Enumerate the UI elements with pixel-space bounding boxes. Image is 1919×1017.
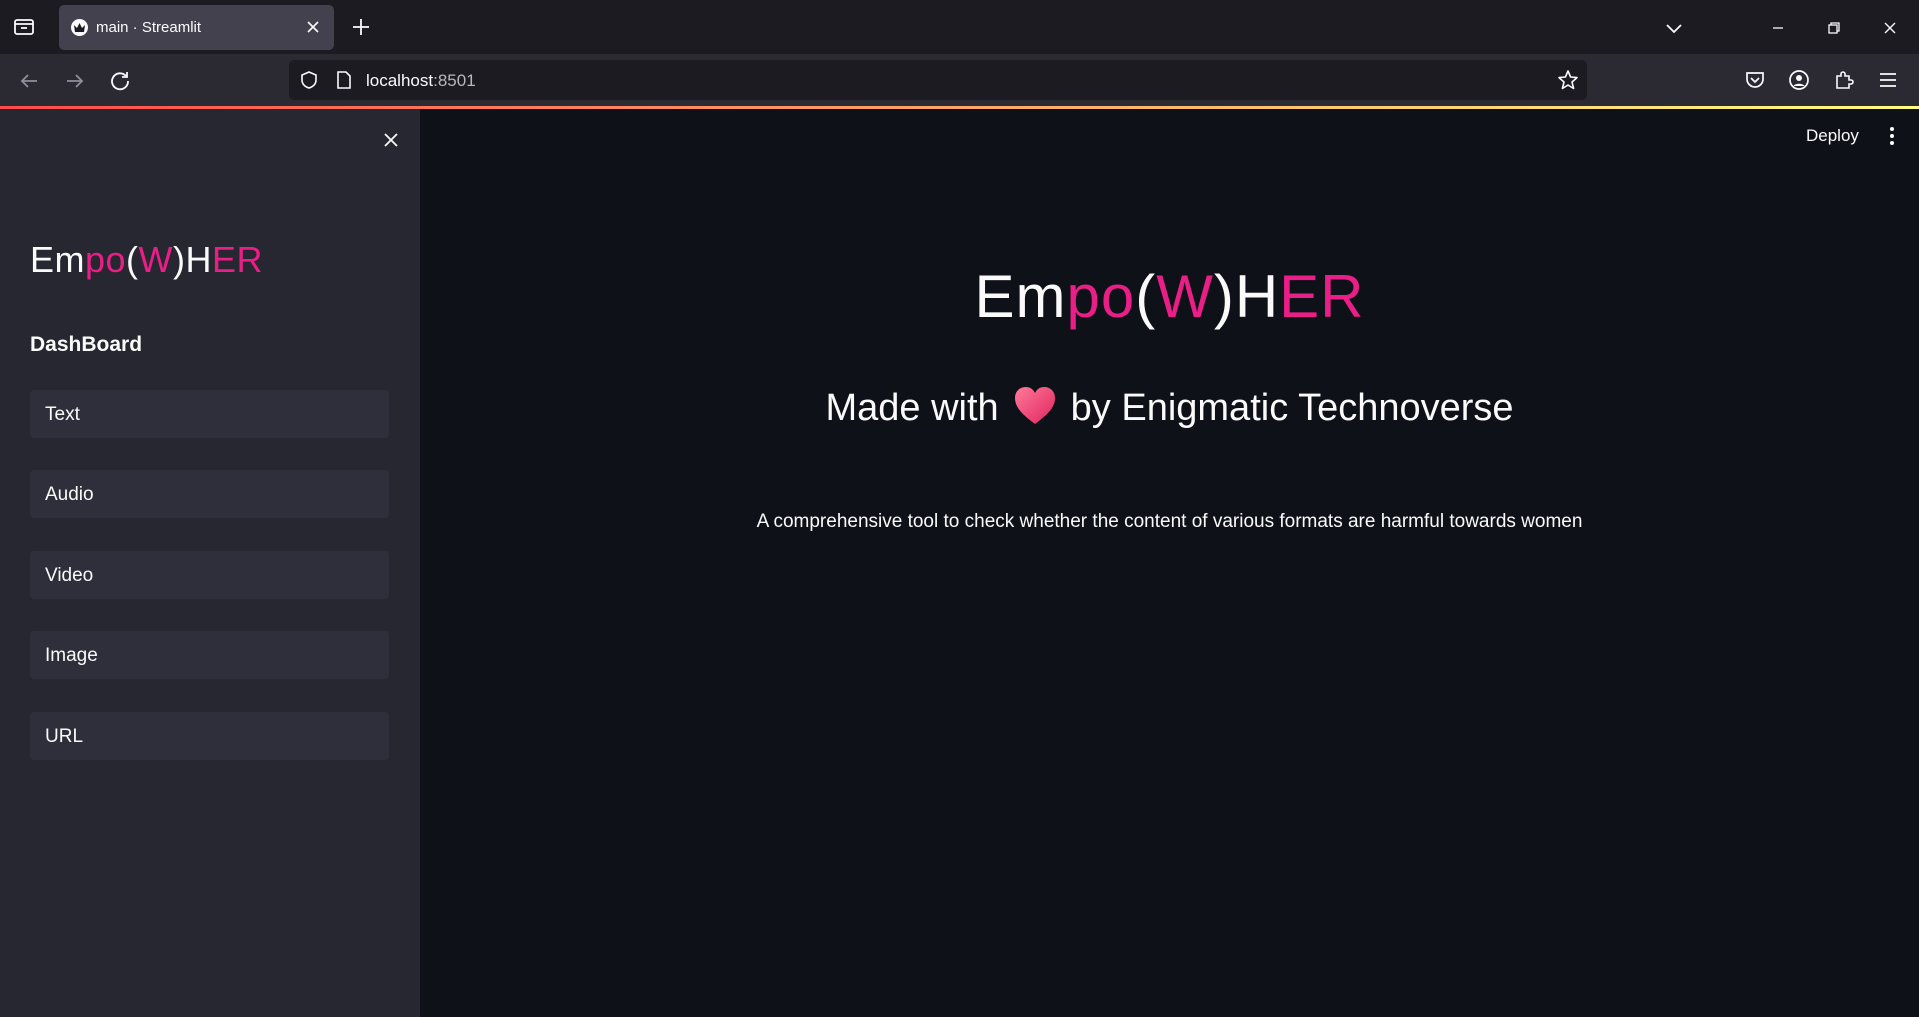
logo-part: ER (212, 239, 264, 280)
tagline: A comprehensive tool to check whether th… (756, 511, 1583, 532)
sidebar-heading: DashBoard (30, 333, 143, 356)
url-text: localhost:8501 (366, 71, 476, 91)
tab-overview-icon[interactable] (12, 16, 38, 38)
logo-part: ( (1135, 263, 1157, 330)
hamburger-menu-icon[interactable] (1876, 68, 1900, 92)
sidebar-item-text[interactable]: Text (30, 390, 389, 438)
sidebar-item-image[interactable]: Image (30, 631, 389, 679)
url-port: :8501 (433, 71, 476, 90)
main-content (420, 109, 1919, 1017)
logo-part: po (85, 239, 127, 280)
minimize-icon[interactable] (1766, 16, 1790, 40)
page-info-icon[interactable] (335, 70, 353, 90)
main-logo: Empo(W)HER (420, 262, 1919, 331)
logo-part: Em (974, 263, 1067, 330)
chevron-down-icon[interactable] (1662, 16, 1686, 40)
account-icon[interactable] (1787, 68, 1811, 92)
sidebar-logo: Empo(W)HER (30, 239, 263, 281)
pocket-icon[interactable] (1743, 68, 1767, 92)
new-tab-icon[interactable] (349, 15, 373, 39)
close-window-icon[interactable] (1878, 16, 1902, 40)
browser-tab[interactable]: main · Streamlit (59, 5, 334, 50)
browser-nav-bar: localhost:8501 (0, 54, 1919, 106)
heart-icon (1013, 386, 1057, 426)
close-sidebar-icon[interactable] (380, 129, 402, 151)
sidebar: Empo(W)HER DashBoard Text Audio Video Im… (0, 109, 420, 1017)
made-with-suffix: by Enigmatic Technoverse (1070, 387, 1514, 429)
sidebar-item-audio[interactable]: Audio (30, 470, 389, 518)
forward-arrow-icon[interactable] (62, 68, 88, 94)
bookmark-star-icon[interactable] (1557, 69, 1579, 91)
restore-icon[interactable] (1822, 16, 1846, 40)
streamlit-crown-icon (71, 19, 88, 36)
sidebar-item-url[interactable]: URL (30, 712, 389, 760)
made-with-prefix: Made with (825, 387, 999, 429)
logo-part: Em (30, 239, 85, 280)
close-tab-icon[interactable] (304, 18, 322, 36)
logo-part: W (1156, 263, 1214, 330)
extensions-puzzle-icon[interactable] (1832, 68, 1856, 92)
back-arrow-icon[interactable] (16, 68, 42, 94)
logo-part: po (1066, 263, 1136, 330)
made-with-heading: Made with by Enigmatic Technoverse (420, 386, 1919, 430)
shield-icon[interactable] (299, 70, 319, 90)
deploy-button[interactable]: Deploy (1806, 126, 1859, 146)
logo-part: )H (1213, 263, 1280, 330)
address-bar[interactable]: localhost:8501 (289, 60, 1587, 100)
browser-tab-bar: main · Streamlit (0, 0, 1919, 54)
url-host: localhost (366, 71, 434, 90)
reload-icon[interactable] (107, 68, 133, 94)
logo-part: ( (126, 239, 139, 280)
logo-part: W (138, 239, 174, 280)
more-options-icon[interactable] (1882, 124, 1902, 148)
tab-title: main · Streamlit (96, 19, 202, 36)
sidebar-item-video[interactable]: Video (30, 551, 389, 599)
logo-part: ER (1279, 263, 1365, 330)
logo-part: )H (173, 239, 213, 280)
